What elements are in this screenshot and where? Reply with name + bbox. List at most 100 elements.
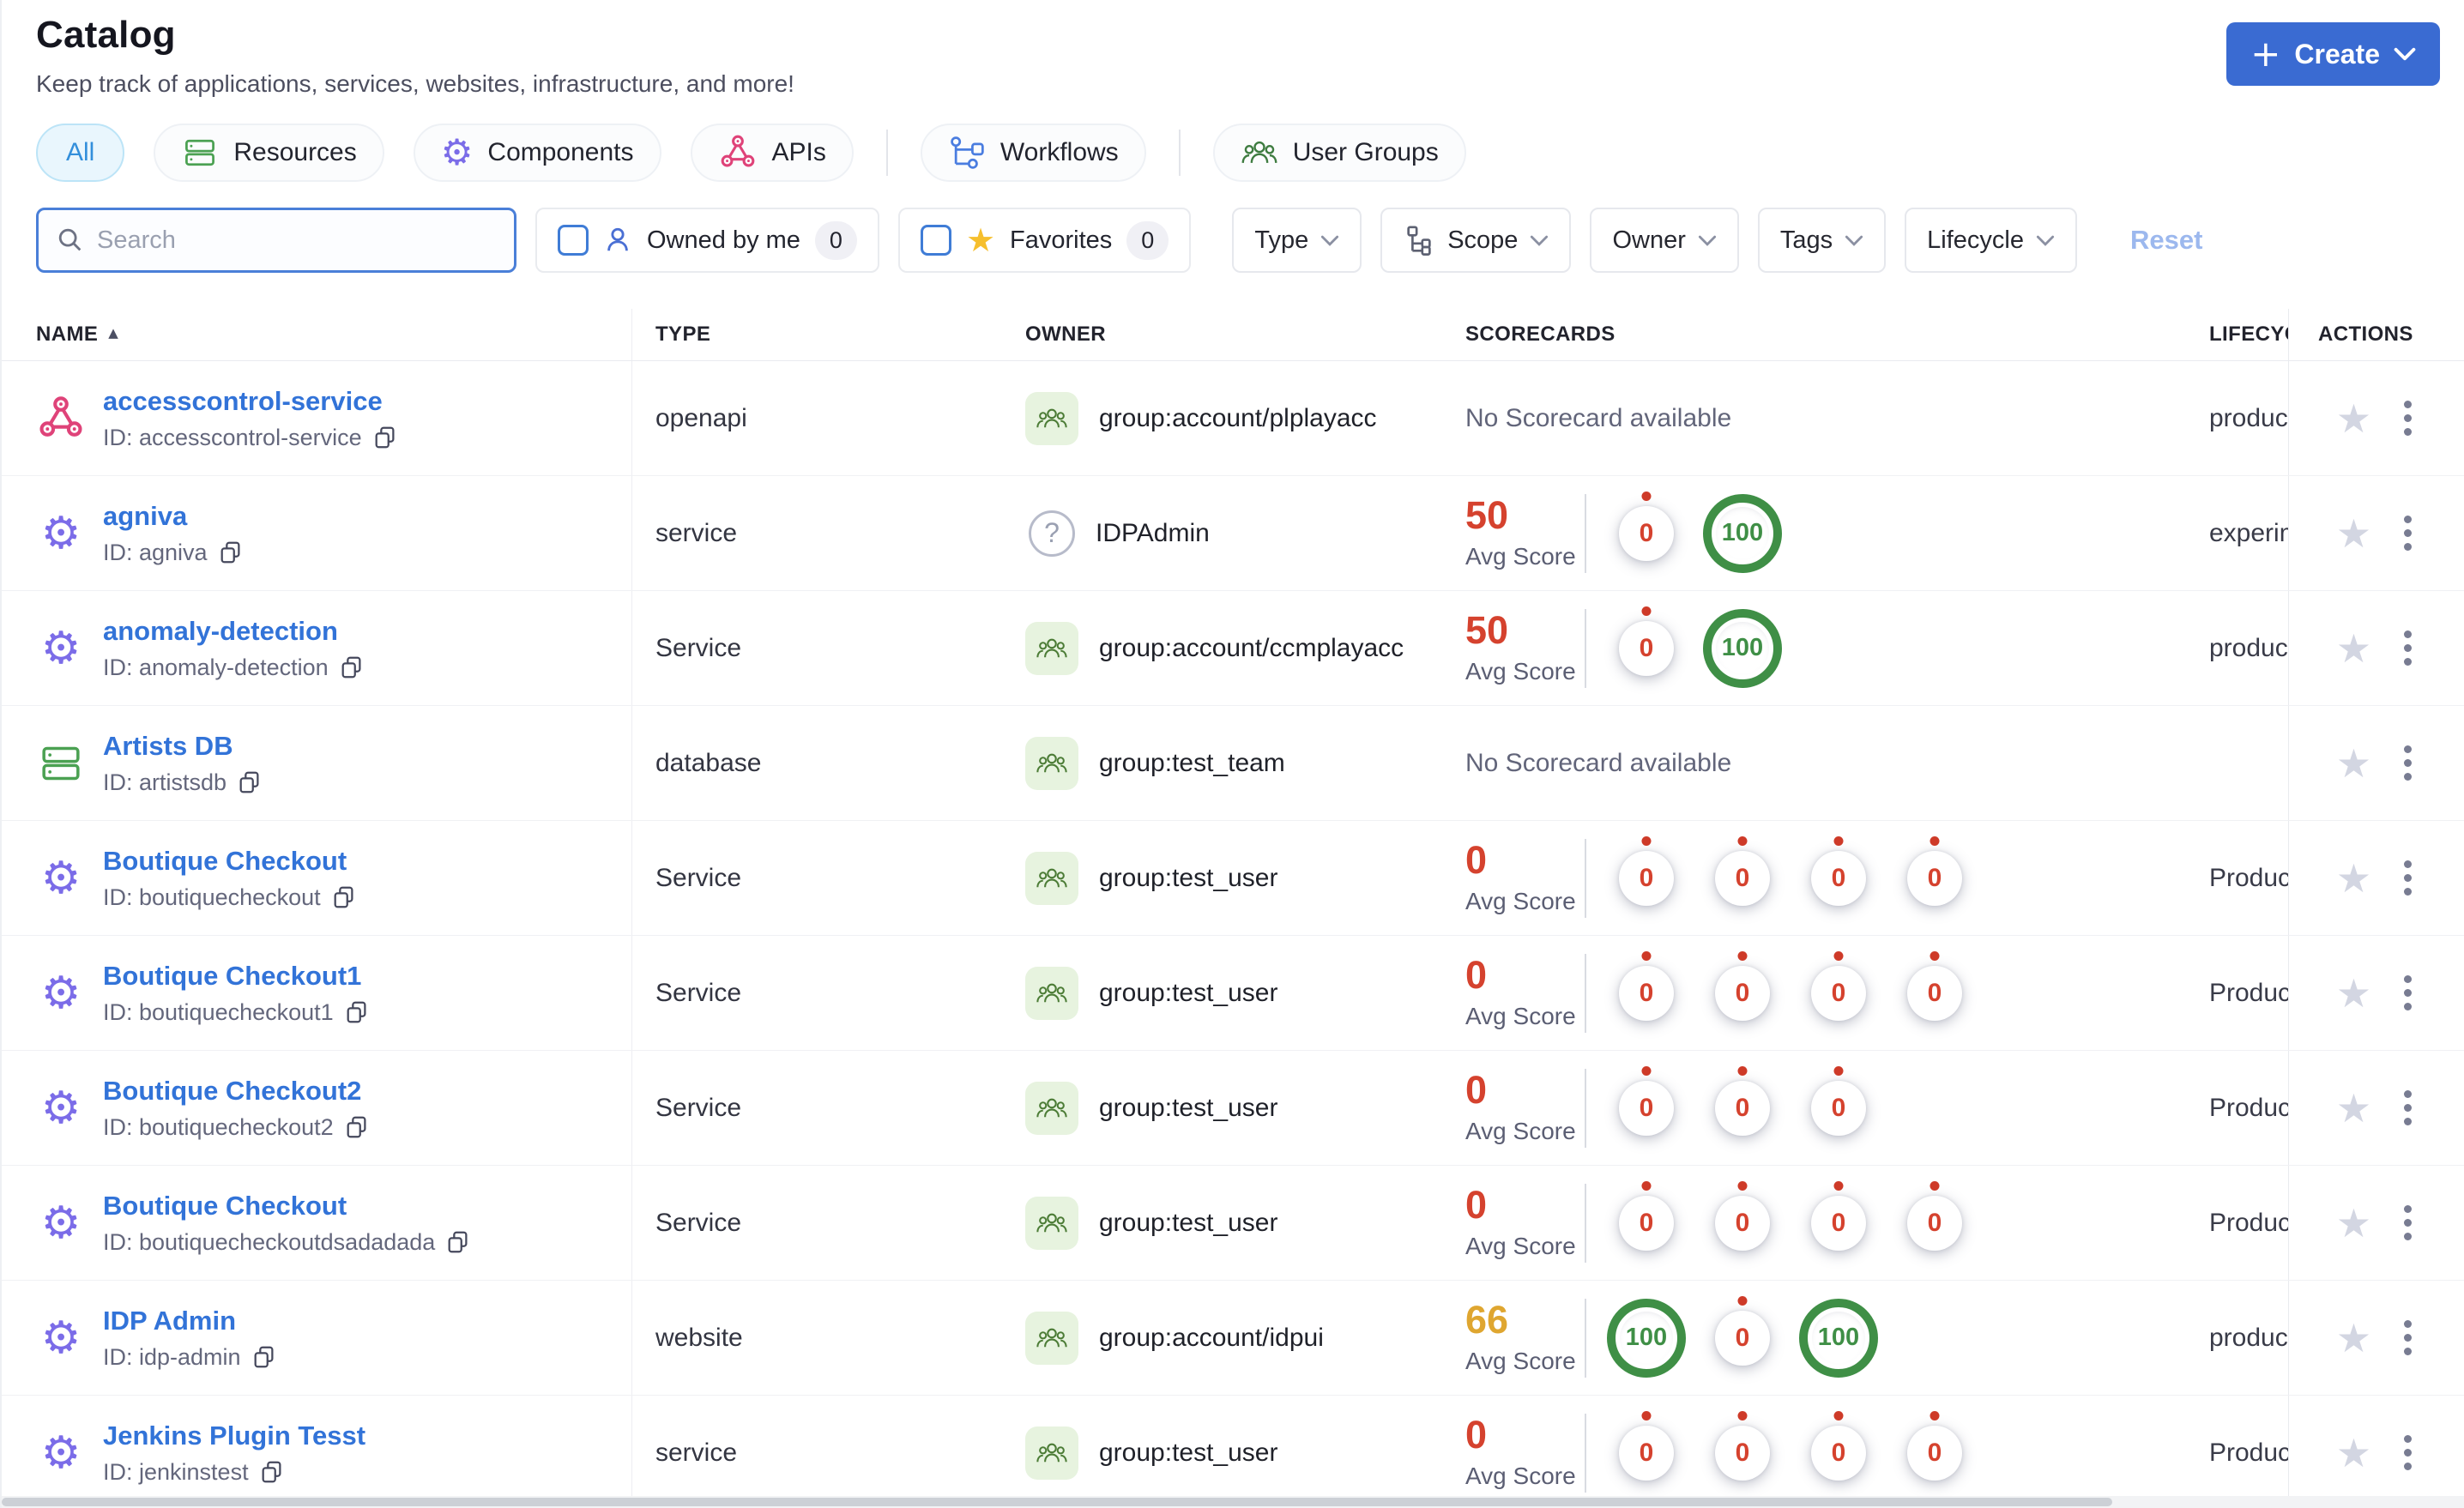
scorecard-badge[interactable]: 0 [1811, 835, 1866, 906]
scorecard-badge[interactable]: 0 [1619, 606, 1674, 676]
favorites-filter[interactable]: ★ Favorites 0 [897, 208, 1192, 273]
hierarchy-icon [1403, 224, 1435, 256]
favorite-star-icon[interactable]: ★ [2336, 859, 2371, 898]
copy-icon[interactable] [372, 425, 398, 450]
owned-by-me-checkbox[interactable] [558, 225, 589, 256]
scorecard-badge[interactable]: 0 [1715, 1180, 1770, 1251]
kebab-menu-icon[interactable] [2397, 1428, 2419, 1477]
scorecard-badge[interactable]: 0 [1811, 1180, 1866, 1251]
scorecard-badge[interactable]: 100 [1799, 1298, 1878, 1378]
scope-dropdown[interactable]: Scope [1380, 208, 1572, 273]
entity-name-link[interactable]: accesscontrol-service [103, 386, 383, 417]
owner-value: group:test_user [1099, 863, 1278, 892]
scorecard-badge[interactable]: 0 [1811, 1065, 1866, 1136]
scorecard-badge[interactable]: 0 [1715, 950, 1770, 1021]
kebab-menu-icon[interactable] [2397, 509, 2419, 558]
kebab-menu-icon[interactable] [2397, 624, 2419, 673]
favorites-checkbox[interactable] [920, 225, 951, 256]
tab-workflows[interactable]: Workflows [920, 124, 1146, 182]
scorecard-badge[interactable]: 100 [1607, 1298, 1686, 1378]
kebab-menu-icon[interactable] [2397, 1198, 2419, 1247]
owner-dropdown-label: Owner [1612, 226, 1686, 254]
column-header-name[interactable]: NAME ▲ [2, 309, 632, 360]
scorecard-badge[interactable]: 0 [1715, 1295, 1770, 1366]
scorecard-badge[interactable]: 0 [1619, 835, 1674, 906]
entity-name-link[interactable]: Jenkins Plugin Tesst [103, 1421, 365, 1451]
kebab-menu-icon[interactable] [2397, 968, 2419, 1017]
kebab-menu-icon[interactable] [2397, 394, 2419, 443]
scorecard-badge[interactable]: 0 [1715, 1410, 1770, 1481]
create-button-label: Create [2294, 38, 2380, 69]
tab-apis[interactable]: APIs [690, 124, 854, 182]
horizontal-scrollbar-thumb[interactable] [2, 1498, 2112, 1506]
plus-icon: + [2250, 33, 2281, 75]
tab-user-groups[interactable]: User Groups [1212, 124, 1466, 182]
entity-id: ID: anomaly-detection [103, 654, 365, 681]
avg-score: 50 Avg Score [1465, 608, 1576, 685]
favorite-star-icon[interactable]: ★ [2336, 744, 2371, 783]
horizontal-scrollbar[interactable] [2, 1496, 2464, 1508]
lifecycle-dropdown-label: Lifecycle [1927, 226, 2024, 254]
favorite-star-icon[interactable]: ★ [2336, 1089, 2371, 1128]
copy-icon[interactable] [445, 1229, 471, 1255]
scorecard-badge[interactable]: 0 [1907, 1180, 1962, 1251]
scorecard-badge[interactable]: 0 [1715, 835, 1770, 906]
gear-icon: ⚙ [40, 1312, 82, 1364]
kebab-menu-icon[interactable] [2397, 854, 2419, 902]
entity-name-link[interactable]: IDP Admin [103, 1306, 236, 1336]
copy-icon[interactable] [344, 1114, 370, 1140]
scorecard-badge[interactable]: 0 [1811, 1410, 1866, 1481]
favorite-star-icon[interactable]: ★ [2336, 514, 2371, 553]
scorecard-badge[interactable]: 100 [1703, 493, 1782, 573]
entity-name-link[interactable]: Boutique Checkout1 [103, 961, 361, 992]
copy-icon[interactable] [331, 884, 357, 910]
group-icon [1025, 391, 1078, 445]
entity-name-link[interactable]: Boutique Checkout [103, 846, 347, 877]
unknown-owner-icon: ? [1029, 510, 1075, 557]
scorecard-badge[interactable]: 0 [1619, 1065, 1674, 1136]
favorite-star-icon[interactable]: ★ [2336, 974, 2371, 1013]
copy-icon[interactable] [344, 999, 370, 1025]
tab-components[interactable]: ⚙ Components [413, 124, 661, 182]
scorecard-badge[interactable]: 0 [1619, 1180, 1674, 1251]
entity-name-link[interactable]: anomaly-detection [103, 616, 338, 647]
entity-name-link[interactable]: Boutique Checkout2 [103, 1076, 361, 1107]
owner-dropdown[interactable]: Owner [1590, 208, 1739, 273]
copy-icon[interactable] [259, 1459, 285, 1485]
lifecycle-dropdown[interactable]: Lifecycle [1905, 208, 2077, 273]
create-button[interactable]: + Create [2226, 22, 2440, 86]
kebab-menu-icon[interactable] [2397, 739, 2419, 787]
copy-icon[interactable] [237, 769, 263, 795]
tags-dropdown[interactable]: Tags [1757, 208, 1887, 273]
type-dropdown[interactable]: Type [1232, 208, 1362, 273]
favorite-star-icon[interactable]: ★ [2336, 399, 2371, 438]
scorecard-badge[interactable]: 0 [1907, 1410, 1962, 1481]
search-input[interactable] [97, 226, 497, 255]
owned-by-me-filter[interactable]: Owned by me 0 [535, 208, 879, 273]
entity-name-link[interactable]: Boutique Checkout [103, 1191, 347, 1221]
favorite-star-icon[interactable]: ★ [2336, 1433, 2371, 1473]
reset-filters-link[interactable]: Reset [2130, 225, 2202, 256]
tab-all[interactable]: All [36, 124, 125, 182]
favorite-star-icon[interactable]: ★ [2336, 1203, 2371, 1243]
scorecard-badge[interactable]: 0 [1619, 1410, 1674, 1481]
scorecard-badge[interactable]: 0 [1715, 1065, 1770, 1136]
entity-name-link[interactable]: Artists DB [103, 731, 233, 762]
entity-name-link[interactable]: agniva [103, 501, 187, 532]
kebab-menu-icon[interactable] [2397, 1313, 2419, 1362]
tab-resources[interactable]: Resources [154, 124, 384, 182]
scorecard-badge[interactable]: 0 [1811, 950, 1866, 1021]
copy-icon[interactable] [251, 1344, 277, 1370]
favorite-star-icon[interactable]: ★ [2336, 1318, 2371, 1358]
group-icon [1025, 1311, 1078, 1365]
sort-asc-icon[interactable]: ▲ [108, 325, 118, 341]
scorecard-badge[interactable]: 0 [1619, 950, 1674, 1021]
scorecard-badge[interactable]: 0 [1619, 491, 1674, 561]
kebab-menu-icon[interactable] [2397, 1083, 2419, 1132]
scorecard-badge[interactable]: 100 [1703, 608, 1782, 688]
copy-icon[interactable] [339, 654, 365, 680]
favorite-star-icon[interactable]: ★ [2336, 629, 2371, 668]
scorecard-badge[interactable]: 0 [1907, 835, 1962, 906]
scorecard-badge[interactable]: 0 [1907, 950, 1962, 1021]
copy-icon[interactable] [218, 540, 244, 565]
